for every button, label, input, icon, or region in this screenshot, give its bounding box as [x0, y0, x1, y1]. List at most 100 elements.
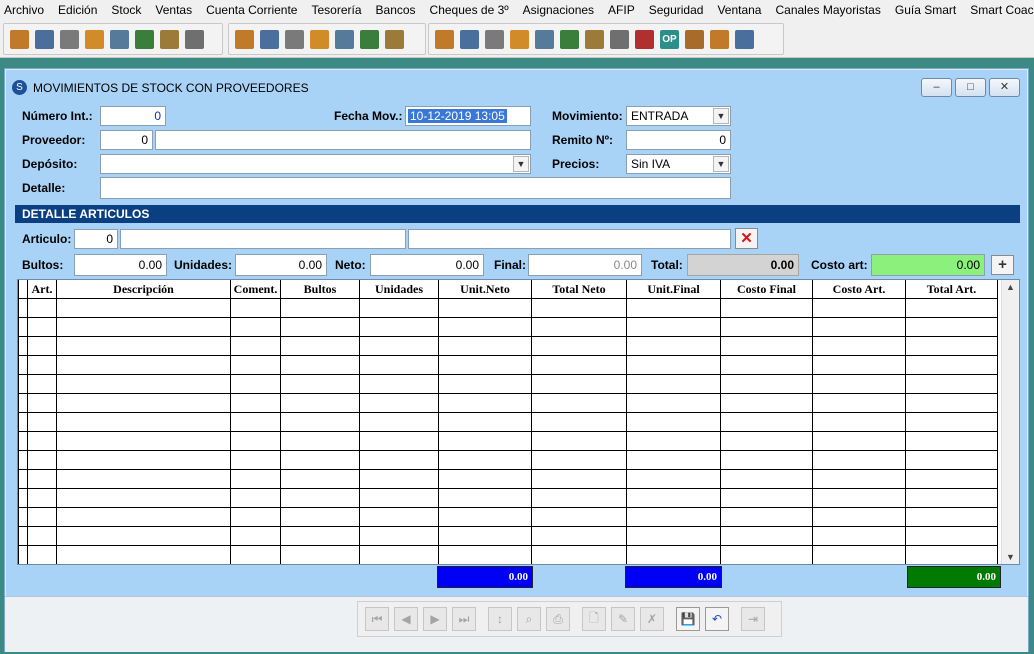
table-cell[interactable]: [359, 374, 439, 394]
table-cell[interactable]: [626, 393, 721, 413]
table-row[interactable]: [18, 298, 998, 318]
power-icon[interactable]: [735, 29, 754, 49]
column-header[interactable]: Unidades: [359, 280, 439, 299]
table-cell[interactable]: [56, 317, 231, 337]
table-cell[interactable]: [905, 431, 998, 451]
red-register-icon[interactable]: [310, 29, 329, 49]
numero-int-field[interactable]: 0: [100, 106, 166, 126]
table-cell[interactable]: [720, 393, 813, 413]
table-cell[interactable]: [27, 374, 57, 394]
table-cell[interactable]: [905, 450, 998, 470]
table-cell[interactable]: [56, 374, 231, 394]
menu-ventana[interactable]: Ventana: [710, 0, 768, 21]
table-cell[interactable]: [18, 526, 28, 546]
last-record-button[interactable]: ⏭: [452, 607, 476, 631]
op-icon[interactable]: OP: [660, 29, 679, 49]
table-cell[interactable]: [626, 431, 721, 451]
table-row[interactable]: [18, 507, 998, 527]
table-cell[interactable]: [438, 469, 532, 489]
table-cell[interactable]: [905, 507, 998, 527]
table-cell[interactable]: [626, 545, 721, 564]
articulo-code-field[interactable]: 0: [74, 229, 118, 249]
cash-register-icon[interactable]: [260, 29, 279, 49]
table-cell[interactable]: [812, 450, 906, 470]
table-cell[interactable]: [280, 336, 360, 356]
table-cell[interactable]: [18, 317, 28, 337]
table-cell[interactable]: [27, 526, 57, 546]
table-cell[interactable]: [812, 374, 906, 394]
table-cell[interactable]: [359, 298, 439, 318]
table-cell[interactable]: [27, 469, 57, 489]
table-cell[interactable]: [531, 298, 627, 318]
table-row[interactable]: [18, 450, 998, 470]
table-cell[interactable]: [626, 488, 721, 508]
table-cell[interactable]: [18, 469, 28, 489]
table-row[interactable]: [18, 374, 998, 394]
table-cell[interactable]: [280, 469, 360, 489]
prev-record-button[interactable]: ◀: [394, 607, 418, 631]
menu-guía-smart[interactable]: Guía Smart: [888, 0, 963, 21]
table-cell[interactable]: [812, 355, 906, 375]
table-cell[interactable]: [720, 488, 813, 508]
table-cell[interactable]: [27, 488, 57, 508]
money-cycle-icon[interactable]: [460, 29, 479, 49]
table-cell[interactable]: [720, 412, 813, 432]
table-cell[interactable]: [18, 298, 28, 318]
table-cell[interactable]: [531, 412, 627, 432]
table-cell[interactable]: [280, 298, 360, 318]
delete-record-button[interactable]: ✗: [640, 607, 664, 631]
table-cell[interactable]: [438, 545, 532, 564]
menu-bancos[interactable]: Bancos: [369, 0, 423, 21]
column-header[interactable]: Costo Final: [720, 280, 813, 299]
table-cell[interactable]: [56, 488, 231, 508]
exit-button[interactable]: ⇥: [741, 607, 765, 631]
proveedor-name-field[interactable]: [155, 130, 531, 150]
table-cell[interactable]: [230, 374, 281, 394]
bag-doc-icon[interactable]: [160, 29, 179, 49]
table-cell[interactable]: [27, 450, 57, 470]
table-cell[interactable]: [720, 431, 813, 451]
table-cell[interactable]: [905, 355, 998, 375]
table-cell[interactable]: [56, 412, 231, 432]
green-box-icon[interactable]: [335, 29, 354, 49]
column-header[interactable]: Art.: [27, 280, 57, 299]
column-header[interactable]: Unit.Neto: [438, 280, 532, 299]
table-cell[interactable]: [359, 336, 439, 356]
add-article-button[interactable]: +: [991, 255, 1014, 275]
menu-ventas[interactable]: Ventas: [148, 0, 199, 21]
table-cell[interactable]: [280, 507, 360, 527]
table-cell[interactable]: [56, 545, 231, 564]
table-cell[interactable]: [18, 488, 28, 508]
table-row[interactable]: [18, 317, 998, 337]
table-cell[interactable]: [626, 336, 721, 356]
table-cell[interactable]: [720, 298, 813, 318]
receipt-icon[interactable]: [685, 29, 704, 49]
table-cell[interactable]: [626, 355, 721, 375]
deposito-select[interactable]: ▼: [100, 154, 531, 174]
column-header[interactable]: Coment.: [230, 280, 281, 299]
table-cell[interactable]: [720, 507, 813, 527]
table-cell[interactable]: [359, 355, 439, 375]
table-cell[interactable]: [27, 431, 57, 451]
articles-grid[interactable]: Art. Descripción Coment. Bultos Unidades Unit…: [17, 279, 1020, 565]
chevron-down-icon[interactable]: ▼: [513, 156, 529, 172]
detalle-field[interactable]: [100, 177, 731, 199]
table-cell[interactable]: [27, 336, 57, 356]
user-icon[interactable]: [435, 29, 454, 49]
register-icon[interactable]: [235, 29, 254, 49]
menu-archivo[interactable]: Archivo: [0, 0, 51, 21]
sort-button[interactable]: ↕: [488, 607, 512, 631]
table-cell[interactable]: [27, 507, 57, 527]
table-cell[interactable]: [626, 317, 721, 337]
table-cell[interactable]: [230, 526, 281, 546]
final-field[interactable]: 0.00: [528, 254, 642, 276]
table-row[interactable]: [18, 355, 998, 375]
table-cell[interactable]: [56, 469, 231, 489]
menu-edición[interactable]: Edición: [51, 0, 104, 21]
close-button[interactable]: ✕: [989, 78, 1020, 97]
table-cell[interactable]: [280, 450, 360, 470]
maximize-button[interactable]: □: [955, 78, 986, 97]
table-cell[interactable]: [531, 374, 627, 394]
table-cell[interactable]: [531, 317, 627, 337]
money-doc-icon[interactable]: [185, 29, 204, 49]
